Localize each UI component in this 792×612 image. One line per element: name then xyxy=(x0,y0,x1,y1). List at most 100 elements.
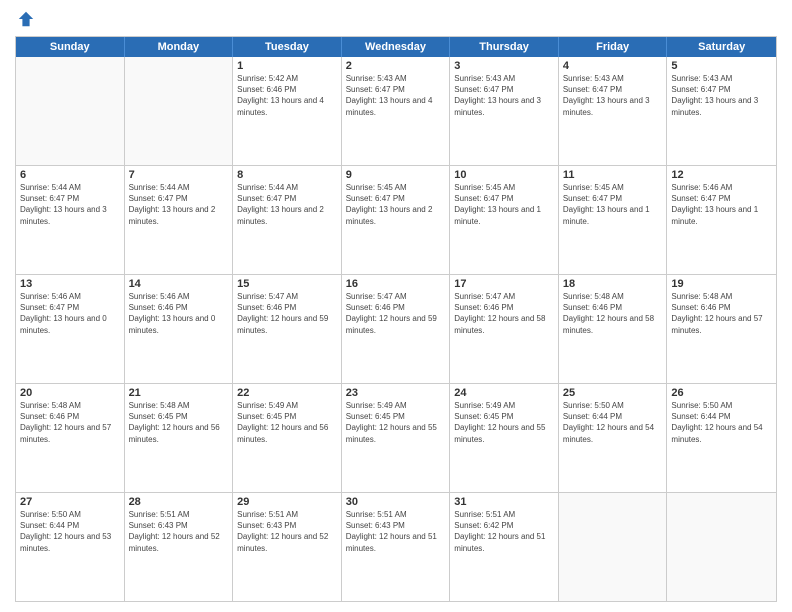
day-cell-14: 14Sunrise: 5:46 AM Sunset: 6:46 PM Dayli… xyxy=(125,275,234,383)
day-info: Sunrise: 5:50 AM Sunset: 6:44 PM Dayligh… xyxy=(671,400,772,445)
weekday-header-monday: Monday xyxy=(125,37,234,57)
day-cell-9: 9Sunrise: 5:45 AM Sunset: 6:47 PM Daylig… xyxy=(342,166,451,274)
day-info: Sunrise: 5:42 AM Sunset: 6:46 PM Dayligh… xyxy=(237,73,337,118)
day-info: Sunrise: 5:44 AM Sunset: 6:47 PM Dayligh… xyxy=(237,182,337,227)
day-info: Sunrise: 5:51 AM Sunset: 6:43 PM Dayligh… xyxy=(129,509,229,554)
day-number: 1 xyxy=(237,60,337,72)
day-cell-12: 12Sunrise: 5:46 AM Sunset: 6:47 PM Dayli… xyxy=(667,166,776,274)
day-number: 13 xyxy=(20,278,120,290)
day-cell-30: 30Sunrise: 5:51 AM Sunset: 6:43 PM Dayli… xyxy=(342,493,451,601)
day-cell-3: 3Sunrise: 5:43 AM Sunset: 6:47 PM Daylig… xyxy=(450,57,559,165)
day-number: 17 xyxy=(454,278,554,290)
day-info: Sunrise: 5:48 AM Sunset: 6:46 PM Dayligh… xyxy=(671,291,772,336)
day-number: 8 xyxy=(237,169,337,181)
day-number: 21 xyxy=(129,387,229,399)
day-info: Sunrise: 5:46 AM Sunset: 6:47 PM Dayligh… xyxy=(20,291,120,336)
day-number: 22 xyxy=(237,387,337,399)
day-cell-16: 16Sunrise: 5:47 AM Sunset: 6:46 PM Dayli… xyxy=(342,275,451,383)
day-number: 20 xyxy=(20,387,120,399)
day-number: 10 xyxy=(454,169,554,181)
day-cell-empty-0-0 xyxy=(16,57,125,165)
day-cell-empty-4-5 xyxy=(559,493,668,601)
calendar-header: SundayMondayTuesdayWednesdayThursdayFrid… xyxy=(16,37,776,57)
day-info: Sunrise: 5:43 AM Sunset: 6:47 PM Dayligh… xyxy=(454,73,554,118)
day-cell-19: 19Sunrise: 5:48 AM Sunset: 6:46 PM Dayli… xyxy=(667,275,776,383)
header xyxy=(15,10,777,28)
day-cell-17: 17Sunrise: 5:47 AM Sunset: 6:46 PM Dayli… xyxy=(450,275,559,383)
calendar-row-1: 1Sunrise: 5:42 AM Sunset: 6:46 PM Daylig… xyxy=(16,57,776,166)
day-info: Sunrise: 5:48 AM Sunset: 6:46 PM Dayligh… xyxy=(563,291,663,336)
day-number: 16 xyxy=(346,278,446,290)
day-cell-29: 29Sunrise: 5:51 AM Sunset: 6:43 PM Dayli… xyxy=(233,493,342,601)
day-info: Sunrise: 5:45 AM Sunset: 6:47 PM Dayligh… xyxy=(346,182,446,227)
day-number: 7 xyxy=(129,169,229,181)
day-cell-4: 4Sunrise: 5:43 AM Sunset: 6:47 PM Daylig… xyxy=(559,57,668,165)
day-number: 24 xyxy=(454,387,554,399)
day-cell-18: 18Sunrise: 5:48 AM Sunset: 6:46 PM Dayli… xyxy=(559,275,668,383)
day-number: 19 xyxy=(671,278,772,290)
day-info: Sunrise: 5:48 AM Sunset: 6:46 PM Dayligh… xyxy=(20,400,120,445)
calendar-row-2: 6Sunrise: 5:44 AM Sunset: 6:47 PM Daylig… xyxy=(16,166,776,275)
logo-icon xyxy=(17,10,35,28)
weekday-header-saturday: Saturday xyxy=(667,37,776,57)
day-number: 14 xyxy=(129,278,229,290)
calendar-row-4: 20Sunrise: 5:48 AM Sunset: 6:46 PM Dayli… xyxy=(16,384,776,493)
day-cell-20: 20Sunrise: 5:48 AM Sunset: 6:46 PM Dayli… xyxy=(16,384,125,492)
day-number: 6 xyxy=(20,169,120,181)
day-cell-28: 28Sunrise: 5:51 AM Sunset: 6:43 PM Dayli… xyxy=(125,493,234,601)
day-info: Sunrise: 5:47 AM Sunset: 6:46 PM Dayligh… xyxy=(454,291,554,336)
day-info: Sunrise: 5:47 AM Sunset: 6:46 PM Dayligh… xyxy=(237,291,337,336)
calendar-row-3: 13Sunrise: 5:46 AM Sunset: 6:47 PM Dayli… xyxy=(16,275,776,384)
day-number: 31 xyxy=(454,496,554,508)
calendar-row-5: 27Sunrise: 5:50 AM Sunset: 6:44 PM Dayli… xyxy=(16,493,776,601)
page: SundayMondayTuesdayWednesdayThursdayFrid… xyxy=(0,0,792,612)
day-info: Sunrise: 5:47 AM Sunset: 6:46 PM Dayligh… xyxy=(346,291,446,336)
day-info: Sunrise: 5:45 AM Sunset: 6:47 PM Dayligh… xyxy=(454,182,554,227)
day-cell-8: 8Sunrise: 5:44 AM Sunset: 6:47 PM Daylig… xyxy=(233,166,342,274)
day-cell-25: 25Sunrise: 5:50 AM Sunset: 6:44 PM Dayli… xyxy=(559,384,668,492)
day-number: 29 xyxy=(237,496,337,508)
day-cell-2: 2Sunrise: 5:43 AM Sunset: 6:47 PM Daylig… xyxy=(342,57,451,165)
day-cell-21: 21Sunrise: 5:48 AM Sunset: 6:45 PM Dayli… xyxy=(125,384,234,492)
day-cell-5: 5Sunrise: 5:43 AM Sunset: 6:47 PM Daylig… xyxy=(667,57,776,165)
day-info: Sunrise: 5:49 AM Sunset: 6:45 PM Dayligh… xyxy=(346,400,446,445)
weekday-header-thursday: Thursday xyxy=(450,37,559,57)
day-number: 12 xyxy=(671,169,772,181)
day-number: 25 xyxy=(563,387,663,399)
day-cell-11: 11Sunrise: 5:45 AM Sunset: 6:47 PM Dayli… xyxy=(559,166,668,274)
day-cell-24: 24Sunrise: 5:49 AM Sunset: 6:45 PM Dayli… xyxy=(450,384,559,492)
day-cell-6: 6Sunrise: 5:44 AM Sunset: 6:47 PM Daylig… xyxy=(16,166,125,274)
day-info: Sunrise: 5:44 AM Sunset: 6:47 PM Dayligh… xyxy=(20,182,120,227)
day-info: Sunrise: 5:50 AM Sunset: 6:44 PM Dayligh… xyxy=(20,509,120,554)
day-cell-23: 23Sunrise: 5:49 AM Sunset: 6:45 PM Dayli… xyxy=(342,384,451,492)
weekday-header-wednesday: Wednesday xyxy=(342,37,451,57)
weekday-header-sunday: Sunday xyxy=(16,37,125,57)
day-info: Sunrise: 5:50 AM Sunset: 6:44 PM Dayligh… xyxy=(563,400,663,445)
day-info: Sunrise: 5:46 AM Sunset: 6:46 PM Dayligh… xyxy=(129,291,229,336)
day-cell-10: 10Sunrise: 5:45 AM Sunset: 6:47 PM Dayli… xyxy=(450,166,559,274)
calendar-body: 1Sunrise: 5:42 AM Sunset: 6:46 PM Daylig… xyxy=(16,57,776,601)
day-number: 11 xyxy=(563,169,663,181)
calendar: SundayMondayTuesdayWednesdayThursdayFrid… xyxy=(15,36,777,602)
day-number: 9 xyxy=(346,169,446,181)
day-cell-13: 13Sunrise: 5:46 AM Sunset: 6:47 PM Dayli… xyxy=(16,275,125,383)
day-number: 2 xyxy=(346,60,446,72)
day-info: Sunrise: 5:51 AM Sunset: 6:43 PM Dayligh… xyxy=(237,509,337,554)
day-number: 30 xyxy=(346,496,446,508)
day-cell-31: 31Sunrise: 5:51 AM Sunset: 6:42 PM Dayli… xyxy=(450,493,559,601)
day-info: Sunrise: 5:49 AM Sunset: 6:45 PM Dayligh… xyxy=(454,400,554,445)
day-cell-15: 15Sunrise: 5:47 AM Sunset: 6:46 PM Dayli… xyxy=(233,275,342,383)
day-info: Sunrise: 5:48 AM Sunset: 6:45 PM Dayligh… xyxy=(129,400,229,445)
weekday-header-tuesday: Tuesday xyxy=(233,37,342,57)
day-number: 5 xyxy=(671,60,772,72)
day-cell-26: 26Sunrise: 5:50 AM Sunset: 6:44 PM Dayli… xyxy=(667,384,776,492)
day-number: 28 xyxy=(129,496,229,508)
day-cell-1: 1Sunrise: 5:42 AM Sunset: 6:46 PM Daylig… xyxy=(233,57,342,165)
day-info: Sunrise: 5:46 AM Sunset: 6:47 PM Dayligh… xyxy=(671,182,772,227)
day-number: 18 xyxy=(563,278,663,290)
day-info: Sunrise: 5:44 AM Sunset: 6:47 PM Dayligh… xyxy=(129,182,229,227)
day-info: Sunrise: 5:43 AM Sunset: 6:47 PM Dayligh… xyxy=(563,73,663,118)
day-cell-27: 27Sunrise: 5:50 AM Sunset: 6:44 PM Dayli… xyxy=(16,493,125,601)
day-cell-7: 7Sunrise: 5:44 AM Sunset: 6:47 PM Daylig… xyxy=(125,166,234,274)
day-number: 23 xyxy=(346,387,446,399)
